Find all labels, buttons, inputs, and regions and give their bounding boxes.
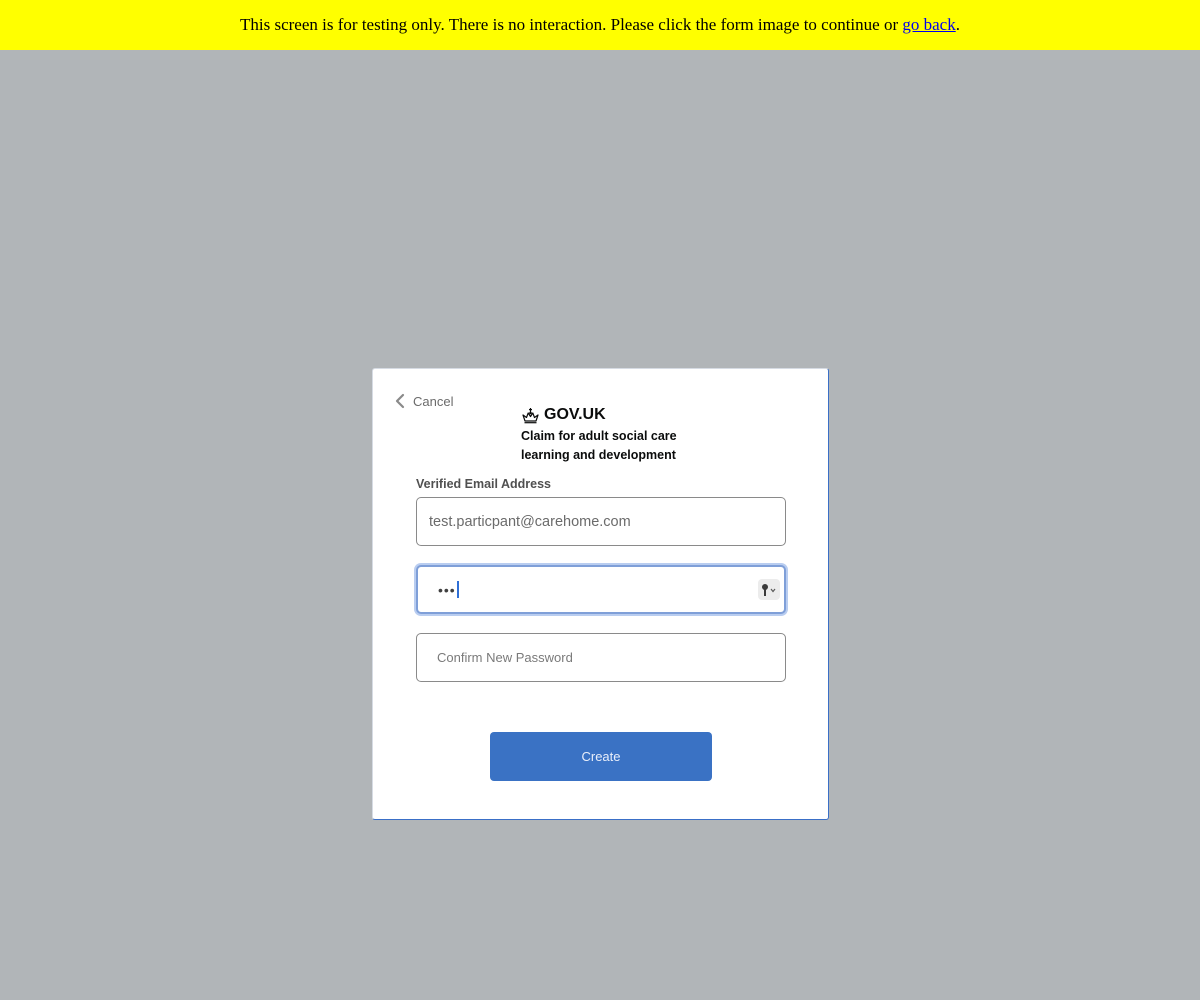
brand-name: GOV.UK	[544, 406, 606, 423]
test-notice-banner: This screen is for testing only. There i…	[0, 0, 1200, 50]
gov-uk-header: GOV.UK Claim for adult social care learn…	[521, 406, 696, 465]
confirm-password-field[interactable]: Confirm New Password	[416, 633, 786, 682]
password-value: •••	[438, 581, 456, 598]
text-caret	[456, 581, 459, 598]
new-password-field[interactable]: •••	[416, 565, 786, 614]
key-icon[interactable]	[758, 579, 780, 600]
banner-text: This screen is for testing only. There i…	[240, 15, 899, 34]
email-field[interactable]: test.particpant@carehome.com	[416, 497, 786, 546]
service-name: Claim for adult social care learning and…	[521, 429, 677, 462]
form-image[interactable]: Cancel GOV.UK Claim for adult social car…	[372, 368, 829, 820]
cancel-label: Cancel	[413, 393, 454, 409]
chevron-left-icon	[395, 393, 405, 409]
email-label: Verified Email Address	[416, 477, 552, 491]
confirm-password-placeholder: Confirm New Password	[437, 650, 573, 665]
go-back-link[interactable]: go back	[902, 15, 955, 35]
crown-icon	[522, 407, 539, 423]
create-button[interactable]: Create	[490, 732, 712, 781]
brand-row: GOV.UK	[521, 406, 696, 424]
email-value: test.particpant@carehome.com	[429, 513, 631, 530]
banner-text-end: .	[955, 15, 960, 34]
cancel-link[interactable]: Cancel	[395, 393, 453, 409]
